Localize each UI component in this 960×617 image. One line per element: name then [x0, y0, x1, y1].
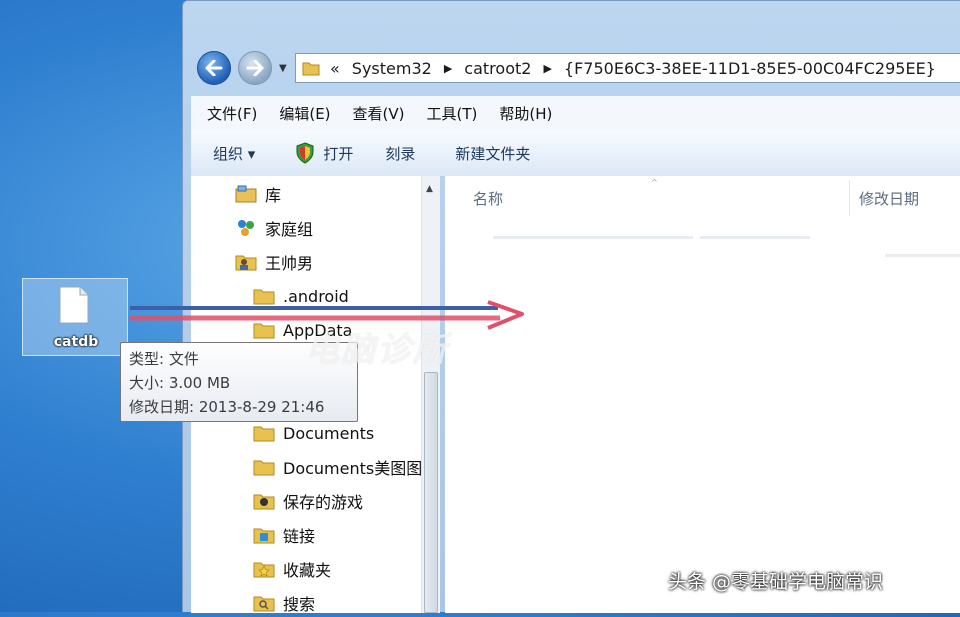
tree-item-label: Documents美图图 — [283, 459, 423, 478]
tooltip-size: 大小: 3.00 MB — [129, 374, 231, 392]
forward-button[interactable] — [238, 51, 272, 85]
blurred-row — [700, 236, 810, 239]
tree-item-label: 保存的游戏 — [283, 493, 364, 512]
column-divider[interactable] — [849, 180, 850, 216]
tree-item-library[interactable]: 库 — [235, 180, 281, 208]
open-label: 打开 — [323, 144, 354, 163]
tree-item-label: 库 — [265, 186, 282, 205]
tree-item-favorites[interactable]: 收藏夹 — [253, 555, 331, 583]
arrow-left-icon — [205, 60, 223, 76]
new-folder-label: 新建文件夹 — [455, 144, 531, 163]
navigation-scrollbar[interactable]: ▲ — [421, 176, 440, 613]
tree-item-label: 收藏夹 — [283, 561, 332, 580]
folder-icon — [253, 426, 275, 442]
tree-item-label: 家庭组 — [265, 220, 314, 239]
tree-item-label: 链接 — [283, 527, 316, 546]
tree-item-user[interactable]: 王帅男 — [235, 248, 313, 276]
library-icon — [235, 185, 257, 203]
blurred-row — [493, 236, 693, 239]
scroll-up-icon[interactable]: ▲ — [426, 184, 433, 194]
navigation-bar: ▼ « System32 ▶ catroot2 ▶ {F750E6C3-38EE… — [183, 45, 960, 93]
saved-games-icon — [253, 494, 275, 510]
file-icon — [59, 286, 89, 324]
menu-file[interactable]: 文件(F) — [207, 103, 257, 124]
folder-icon — [302, 62, 320, 76]
homegroup-icon — [238, 220, 254, 236]
tree-item-label: Documents — [283, 423, 375, 443]
tree-item-links[interactable]: 链接 — [253, 521, 315, 549]
tree-item-saved-games[interactable]: 保存的游戏 — [253, 487, 363, 515]
menu-edit[interactable]: 编辑(E) — [279, 103, 330, 124]
back-button[interactable] — [197, 51, 231, 85]
menu-help[interactable]: 帮助(H) — [499, 103, 552, 124]
menu-bar: 文件(F) 编辑(E) 查看(V) 工具(T) 帮助(H) — [191, 96, 960, 130]
organize-button[interactable]: 组织 ▾ — [213, 143, 255, 164]
links-icon — [253, 528, 275, 544]
burn-label: 刻录 — [385, 144, 416, 163]
tree-item-documents[interactable]: Documents — [253, 419, 374, 447]
tree-item-label: 王帅男 — [265, 254, 314, 273]
tree-item-search[interactable]: 搜索 — [253, 589, 315, 617]
shield-icon — [296, 142, 314, 164]
footer-watermark: 头条 @零基础学电脑常识 — [668, 571, 884, 593]
desktop-file-label: catdb — [53, 334, 99, 350]
sort-caret-icon: ^ — [651, 178, 658, 187]
open-button[interactable]: 打开 — [295, 142, 353, 164]
search-folder-icon — [253, 596, 275, 612]
arrow-right-icon — [246, 60, 264, 76]
address-overflow[interactable]: « — [330, 59, 340, 78]
favorites-icon — [253, 562, 275, 578]
recent-pages-dropdown[interactable]: ▼ — [279, 63, 287, 74]
folder-icon — [253, 460, 275, 476]
column-header-name[interactable]: 名称 — [473, 188, 503, 209]
new-folder-button[interactable]: 新建文件夹 — [455, 143, 530, 164]
address-bar[interactable]: « System32 ▶ catroot2 ▶ {F750E6C3-38EE-1… — [295, 53, 960, 83]
address-separator-icon[interactable]: ▶ — [543, 62, 551, 75]
address-segment-catroot2[interactable]: catroot2 — [464, 59, 531, 78]
user-folder-icon — [235, 255, 257, 271]
column-header-date[interactable]: 修改日期 — [859, 188, 919, 209]
command-bar: 组织 ▾ 打开 刻录 新建文件夹 — [191, 130, 960, 177]
tree-item-label: 搜索 — [283, 595, 316, 614]
desktop-file-icon[interactable]: catdb — [22, 278, 128, 356]
tree-item-homegroup[interactable]: 家庭组 — [235, 214, 313, 242]
center-watermark: 电脑诊所 — [305, 330, 449, 370]
burn-button[interactable]: 刻录 — [385, 143, 415, 164]
menu-view[interactable]: 查看(V) — [353, 103, 405, 124]
organize-label: 组织 ▾ — [213, 144, 256, 163]
tree-item-documents-meitu[interactable]: Documents美图图 — [253, 453, 422, 481]
blurred-row — [885, 254, 960, 257]
file-list-pane[interactable]: ^ 名称 修改日期 — [445, 176, 960, 613]
tooltip-modified: 修改日期: 2013-8-29 21:46 — [129, 398, 325, 416]
address-segment-system32[interactable]: System32 — [352, 59, 432, 78]
scroll-thumb[interactable] — [424, 372, 438, 613]
address-separator-icon[interactable]: ▶ — [444, 62, 452, 75]
menu-tools[interactable]: 工具(T) — [427, 103, 478, 124]
address-segment-guid[interactable]: {F750E6C3-38EE-11D1-85E5-00C04FC295EE} — [564, 59, 936, 78]
